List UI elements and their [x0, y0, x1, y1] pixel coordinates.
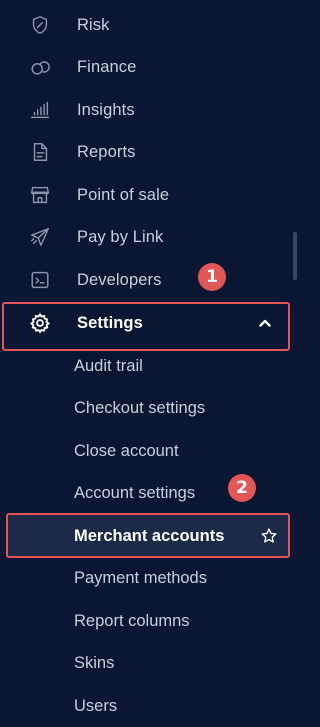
- bar-chart-icon: [28, 98, 52, 122]
- scrollbar-thumb[interactable]: [293, 232, 297, 280]
- paper-plane-icon: [28, 225, 52, 249]
- submenu-item-label: Audit trail: [74, 356, 143, 375]
- sidebar-item-label: Point of sale: [77, 185, 170, 204]
- annotation-badge-2: 2: [228, 474, 256, 502]
- sidebar-item-label: Pay by Link: [77, 227, 164, 246]
- submenu-item-label: Checkout settings: [74, 398, 206, 417]
- shield-icon: [28, 13, 52, 37]
- submenu-item-label: Skins: [74, 653, 115, 672]
- sidebar-item-reports[interactable]: Reports: [0, 131, 290, 173]
- annotation-highlight-merchant-accounts: [6, 513, 290, 558]
- submenu-item-label: Payment methods: [74, 568, 207, 587]
- sidebar-item-developers[interactable]: Developers: [0, 259, 290, 301]
- submenu-item-close-account[interactable]: Close account: [0, 430, 290, 472]
- submenu-item-label: Close account: [74, 441, 179, 460]
- sidebar-item-label: Finance: [77, 57, 137, 76]
- submenu-item-label: Account settings: [74, 483, 196, 502]
- submenu-item-payment-methods[interactable]: Payment methods: [0, 557, 290, 599]
- sidebar-item-finance[interactable]: Finance: [0, 46, 290, 88]
- sidebar-item-point-of-sale[interactable]: Point of sale: [0, 174, 290, 216]
- submenu-item-report-columns[interactable]: Report columns: [0, 600, 290, 642]
- sidebar-item-label: Developers: [77, 270, 162, 289]
- sidebar-item-pay-by-link[interactable]: Pay by Link: [0, 216, 290, 258]
- scrollbar[interactable]: [292, 0, 298, 724]
- sidebar-item-label: Insights: [77, 100, 135, 119]
- submenu-item-skins[interactable]: Skins: [0, 642, 290, 684]
- submenu-item-audit-trail[interactable]: Audit trail: [0, 345, 290, 387]
- sidebar-item-label: Risk: [77, 15, 110, 34]
- store-icon: [28, 183, 52, 207]
- sidebar-item-insights[interactable]: Insights: [0, 89, 290, 131]
- annotation-badge-1: 1: [198, 263, 226, 291]
- annotation-highlight-settings: [2, 302, 290, 351]
- document-icon: [28, 140, 52, 164]
- sidebar-item-risk[interactable]: Risk: [0, 4, 290, 46]
- terminal-icon: [28, 268, 52, 292]
- submenu-item-label: Users: [74, 696, 118, 715]
- coins-icon: [28, 55, 52, 79]
- sidebar-item-label: Reports: [77, 142, 136, 161]
- submenu-item-label: Report columns: [74, 611, 190, 630]
- submenu-item-checkout-settings[interactable]: Checkout settings: [0, 387, 290, 429]
- submenu-item-users[interactable]: Users: [0, 685, 290, 727]
- sidebar-nav: Risk Finance Insights Reports Point of s…: [0, 0, 292, 724]
